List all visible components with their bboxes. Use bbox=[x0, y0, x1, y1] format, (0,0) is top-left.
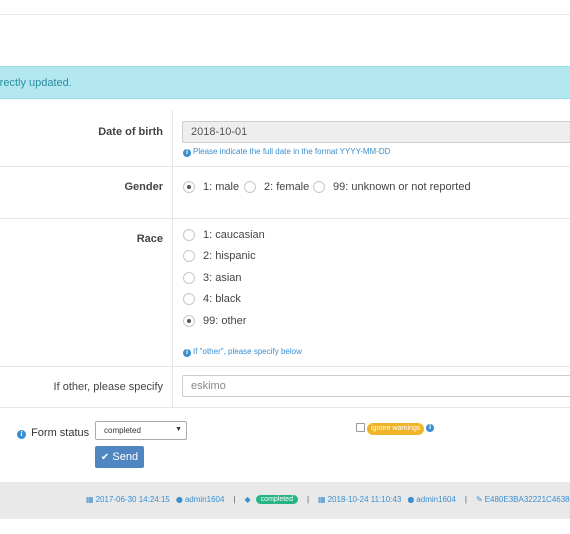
modified-date: 2018-10-24 11:10:43 bbox=[327, 495, 402, 504]
form-status-text: Form status bbox=[31, 427, 90, 439]
race-option-black[interactable]: 4: black bbox=[183, 293, 241, 305]
race-option-hispanic[interactable]: 2: hispanic bbox=[183, 250, 256, 262]
created-date: 2017-06-30 14:24:15 bbox=[95, 495, 170, 504]
race-hint: i If "other", please specify below bbox=[183, 347, 302, 357]
radio-label: 2: female bbox=[264, 181, 310, 193]
radio-label: 1: caucasian bbox=[203, 229, 265, 241]
separator: | bbox=[306, 495, 310, 504]
created-user[interactable]: admin1604 bbox=[185, 495, 225, 504]
info-icon: i bbox=[183, 149, 191, 157]
gender-option-unknown[interactable]: 99: unknown or not reported bbox=[313, 181, 471, 193]
top-divider bbox=[0, 14, 570, 15]
dob-hint-text: Please indicate the full date in the for… bbox=[193, 147, 391, 156]
calendar-icon: ▦ bbox=[318, 495, 326, 504]
send-button[interactable]: ✔ Send bbox=[95, 446, 144, 468]
other-label: If other, please specify bbox=[53, 381, 163, 393]
radio-label: 4: black bbox=[203, 293, 241, 305]
radio-button[interactable] bbox=[183, 293, 195, 305]
form-status-label: i Form status bbox=[17, 427, 89, 439]
radio-button[interactable] bbox=[183, 229, 195, 241]
radio-label: 1: male bbox=[203, 181, 240, 193]
info-icon[interactable]: i bbox=[426, 424, 434, 432]
alert-message: rrectly updated. bbox=[0, 77, 72, 89]
pencil-icon: ✎ bbox=[475, 495, 483, 504]
race-option-asian[interactable]: 3: asian bbox=[183, 272, 242, 284]
form-status-value: completed bbox=[104, 426, 141, 435]
success-alert: rrectly updated. bbox=[0, 66, 570, 99]
other-specify-input[interactable]: eskimo bbox=[182, 375, 570, 397]
row-divider bbox=[0, 218, 570, 219]
label-column-divider bbox=[172, 110, 173, 408]
user-icon: ● bbox=[407, 495, 415, 504]
dob-hint: i Please indicate the full date in the fo… bbox=[183, 147, 390, 157]
race-option-caucasian[interactable]: 1: caucasian bbox=[183, 229, 265, 241]
race-hint-text: If "other", please specify below bbox=[193, 347, 302, 356]
user-icon: ● bbox=[175, 495, 183, 504]
dob-input[interactable]: 2018-10-01 bbox=[182, 121, 570, 143]
row-divider bbox=[0, 366, 570, 367]
radio-button[interactable] bbox=[183, 315, 195, 327]
separator: | bbox=[464, 495, 467, 504]
radio-button[interactable] bbox=[244, 181, 256, 193]
caret-down-icon: ▼ bbox=[175, 426, 182, 433]
race-option-other[interactable]: 99: other bbox=[183, 315, 246, 327]
race-label: Race bbox=[136, 233, 163, 245]
tag-icon: ◆ bbox=[244, 495, 251, 504]
form-status-select[interactable]: completed ▼ bbox=[95, 421, 187, 440]
record-footer: ▦ 2017-06-30 14:24:15 ● admin1604 | ◆ co… bbox=[0, 482, 570, 519]
radio-button[interactable] bbox=[183, 272, 195, 284]
radio-button[interactable] bbox=[183, 250, 195, 262]
send-label: Send bbox=[112, 451, 139, 463]
calendar-icon: ▦ bbox=[86, 495, 94, 504]
gender-option-male[interactable]: 1: male bbox=[183, 181, 239, 193]
radio-label: 99: unknown or not reported bbox=[333, 181, 471, 193]
record-hash: E480E3BA32221C463808E69 bbox=[484, 495, 570, 504]
radio-label: 3: asian bbox=[203, 272, 242, 284]
radio-label: 99: other bbox=[203, 315, 247, 327]
radio-label: 2: hispanic bbox=[203, 250, 256, 262]
radio-button[interactable] bbox=[313, 181, 325, 193]
status-badge: completed bbox=[255, 495, 298, 504]
info-icon: i bbox=[17, 430, 26, 439]
info-icon: i bbox=[183, 349, 191, 357]
modified-user[interactable]: admin1604 bbox=[416, 495, 456, 504]
ignore-warnings-checkbox[interactable] bbox=[356, 423, 365, 432]
row-divider bbox=[0, 166, 570, 167]
dob-label: Date of birth bbox=[98, 126, 163, 138]
gender-option-female[interactable]: 2: female bbox=[244, 181, 309, 193]
check-icon: ✔ bbox=[100, 452, 110, 463]
ignore-warnings-badge: ignore warnings bbox=[367, 423, 425, 435]
gender-label: Gender bbox=[124, 181, 163, 193]
radio-button[interactable] bbox=[183, 181, 195, 193]
separator: | bbox=[233, 495, 236, 504]
row-divider bbox=[0, 407, 570, 408]
